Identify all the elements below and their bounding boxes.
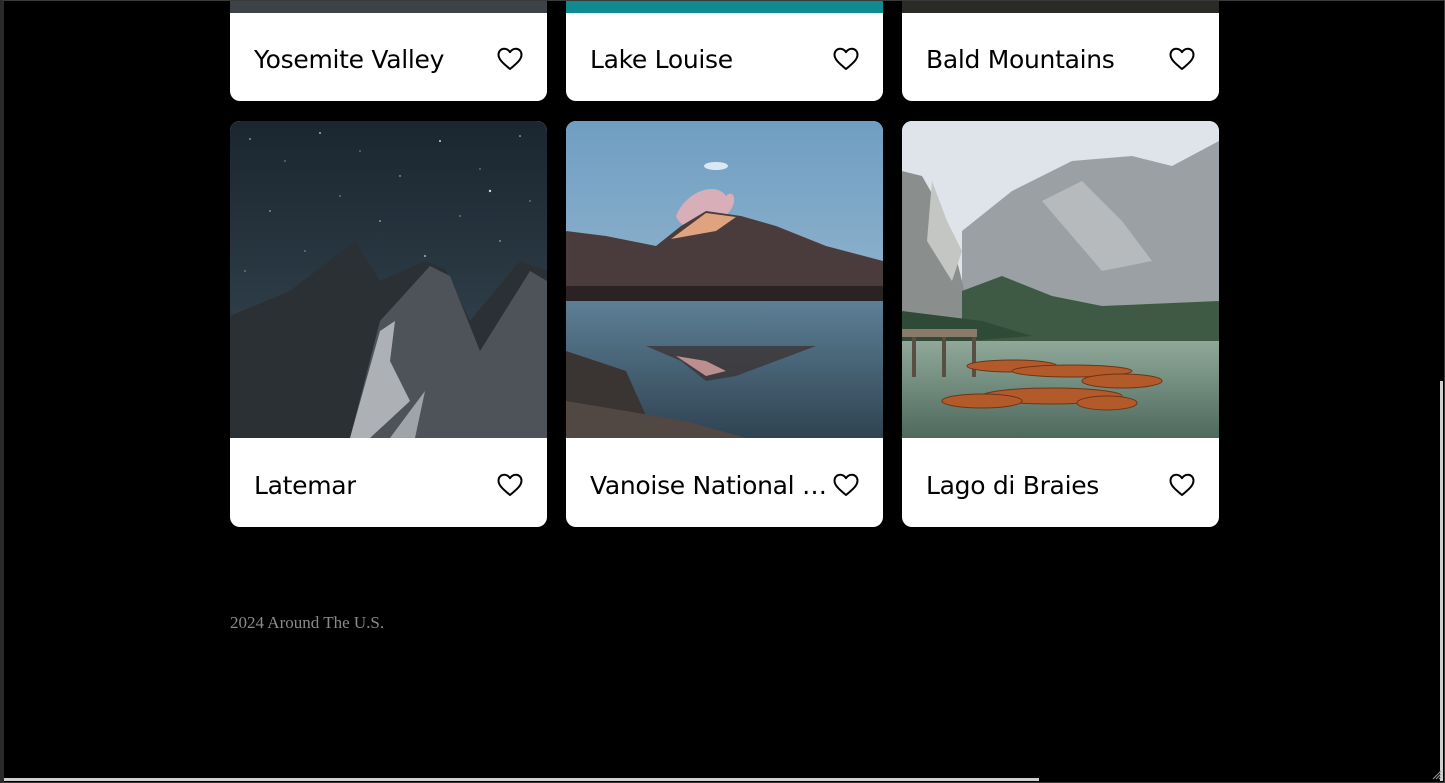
place-caption: Latemar — [254, 467, 523, 503]
heart-outline-icon — [833, 473, 859, 496]
place-title: Lago di Braies — [926, 470, 1100, 500]
vertical-scrollbar[interactable] — [1440, 381, 1443, 781]
like-button[interactable] — [497, 47, 523, 71]
place-card: Vanoise National Park — [566, 121, 883, 527]
place-photo[interactable] — [566, 121, 883, 438]
page: Yosemite Valley Lake Louise Bald Mountai… — [0, 0, 1445, 783]
place-caption: Lake Louise — [590, 41, 859, 77]
like-button[interactable] — [833, 47, 859, 71]
place-card: Latemar — [230, 121, 547, 527]
place-title: Yosemite Valley — [254, 44, 445, 74]
like-button[interactable] — [1169, 473, 1195, 497]
place-title: Lake Louise — [590, 44, 733, 74]
horizontal-scrollbar[interactable] — [4, 778, 1039, 781]
place-photo[interactable] — [902, 1, 1219, 13]
heart-outline-icon — [833, 47, 859, 70]
resize-grip-icon[interactable] — [1432, 770, 1442, 780]
place-title: Bald Mountains — [926, 44, 1115, 74]
heart-outline-icon — [1169, 473, 1195, 496]
place-card: Bald Mountains — [902, 1, 1219, 101]
place-caption: Vanoise National Park — [590, 467, 859, 503]
like-button[interactable] — [1169, 47, 1195, 71]
place-card: Lago di Braies — [902, 121, 1219, 527]
place-card: Yosemite Valley — [230, 1, 547, 101]
copyright-text: 2024 Around The U.S. — [230, 613, 385, 632]
place-title: Latemar — [254, 470, 357, 500]
place-title: Vanoise National Park — [590, 470, 830, 500]
place-caption: Bald Mountains — [926, 41, 1195, 77]
like-button[interactable] — [833, 473, 859, 497]
page-footer: 2024 Around The U.S. — [230, 613, 384, 633]
heart-outline-icon — [1169, 47, 1195, 70]
heart-outline-icon — [497, 473, 523, 496]
place-photo[interactable] — [566, 1, 883, 13]
place-card: Lake Louise — [566, 1, 883, 101]
place-caption: Lago di Braies — [926, 467, 1195, 503]
place-photo[interactable] — [230, 1, 547, 13]
like-button[interactable] — [497, 473, 523, 497]
place-caption: Yosemite Valley — [254, 41, 523, 77]
place-photo[interactable] — [230, 121, 547, 438]
place-photo[interactable] — [902, 121, 1219, 438]
heart-outline-icon — [497, 47, 523, 70]
